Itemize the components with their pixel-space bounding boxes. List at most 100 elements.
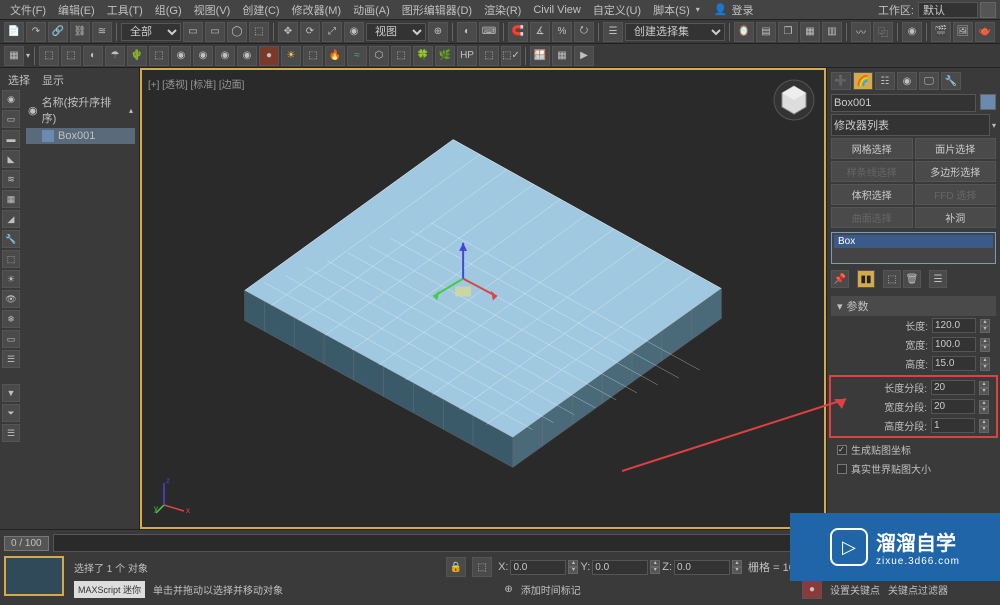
width-spinner[interactable] [932,337,976,352]
height-spinner[interactable] [932,356,976,371]
t2-b8[interactable]: ◉ [193,46,213,66]
key-filter-button[interactable]: 关键点过滤器 [888,582,948,597]
select-rect-btn[interactable]: ▭ [205,22,225,42]
render-frame-button[interactable]: 🖼 [953,22,973,42]
menu-customize[interactable]: 自定义(U) [587,0,647,20]
rotate-button[interactable]: ⟳ [300,22,320,42]
set-key-button[interactable]: 设置关键点 [830,582,880,597]
btn-fill[interactable]: 补洞 [915,207,997,228]
render-button[interactable]: 🫖 [975,22,995,42]
select-circle-btn[interactable]: ◯ [227,22,247,42]
wsegs-spinner[interactable] [931,399,975,414]
modifier-list[interactable]: 修改器列表 [831,114,990,136]
t2-b21[interactable]: ⬚ [479,46,499,66]
hsegs-down[interactable]: ▾ [979,426,989,433]
t2-b18[interactable]: 🍀 [413,46,433,66]
tab-display[interactable]: 显示 [42,72,64,84]
side-btn-filter[interactable]: ▼ [2,384,20,402]
side-btn-box[interactable]: ▭ [2,110,20,128]
t2-b13[interactable]: ⬚ [303,46,323,66]
mirror-button[interactable]: 🪞 [734,22,754,42]
t2-b24[interactable]: ▦ [552,46,572,66]
side-btn-freeze[interactable]: ❄ [2,310,20,328]
select-fence-btn[interactable]: ⬚ [249,22,269,42]
z-up[interactable]: ▴ [732,560,742,567]
height-down[interactable]: ▾ [980,364,990,371]
bind-button[interactable]: ≋ [92,22,112,42]
btn-spline-select[interactable]: 样条线选择 [831,161,913,182]
t2-b14[interactable]: 🔥 [325,46,345,66]
workspace-select[interactable] [918,2,978,18]
btn-vol-select[interactable]: 体积选择 [831,184,913,205]
angle-snap-button[interactable]: ∡ [530,22,550,42]
t2-b25[interactable]: ▶ [574,46,594,66]
side-btn-funnel[interactable]: ⏷ [2,404,20,422]
t2-b11[interactable]: ● [259,46,279,66]
modify-tab[interactable]: 🌈 [853,72,873,90]
pin-stack-button[interactable]: 📌 [831,270,849,288]
t2-b12[interactable]: ☀ [281,46,301,66]
named-sel-button[interactable]: ☰ [603,22,623,42]
t2-b17[interactable]: ⬚ [391,46,411,66]
manip-button[interactable]: ◐ [457,22,477,42]
spinner-snap-button[interactable]: ⭮ [574,22,594,42]
btn-face-select[interactable]: 面片选择 [915,138,997,159]
link-button[interactable]: 🔗 [48,22,68,42]
side-btn-sphere[interactable]: ◉ [2,90,20,108]
make-unique-button[interactable]: ⬚ [883,270,901,288]
viewport-thumbnail[interactable] [4,556,64,596]
length-up[interactable]: ▴ [980,319,990,326]
isolate-button[interactable]: ⬚ [472,557,492,577]
t2-b9[interactable]: ◉ [215,46,235,66]
t2-b2[interactable]: ⬚ [61,46,81,66]
side-btn-sun[interactable]: ☀ [2,270,20,288]
genmap-checkbox[interactable]: 生成贴图坐标 [831,440,996,459]
t2-b23[interactable]: 🪟 [530,46,550,66]
side-btn-2[interactable]: ☰ [2,350,20,368]
btn-surf-select[interactable]: 曲面选择 [831,207,913,228]
side-btn-cyl[interactable]: ▬ [2,130,20,148]
wsegs-up[interactable]: ▴ [979,400,989,407]
layer-button[interactable]: ❐ [778,22,798,42]
expand-icon[interactable]: ▾ [26,51,30,60]
curve-button[interactable]: 〰 [851,22,871,42]
menu-views[interactable]: 视图(V) [188,0,237,20]
t2-b22[interactable]: ⬚✓ [501,46,521,66]
scale-button[interactable]: ⤢ [322,22,342,42]
t2-b6[interactable]: ⬚ [149,46,169,66]
width-down[interactable]: ▾ [980,345,990,352]
menu-rendering[interactable]: 渲染(R) [478,0,527,20]
modifier-stack[interactable]: Box [831,232,996,264]
x-up[interactable]: ▴ [568,560,578,567]
render-setup-button[interactable]: 🎬 [931,22,951,42]
place-button[interactable]: ◉ [344,22,364,42]
side-btn-grid[interactable]: ▦ [2,190,20,208]
unlink-button[interactable]: ⛓ [70,22,90,42]
pivot-button[interactable]: ⊕ [428,22,448,42]
btn-mesh-select[interactable]: 网格选择 [831,138,913,159]
side-btn-tool[interactable]: 🔧 [2,230,20,248]
lock-sel-button[interactable]: 🔒 [446,557,466,577]
create-tab[interactable]: ➕ [831,72,851,90]
display-tab[interactable]: 🖵 [919,72,939,90]
side-btn-1[interactable]: ▭ [2,330,20,348]
configure-button[interactable]: ☰ [929,270,947,288]
menu-animation[interactable]: 动画(A) [347,0,396,20]
menu-group[interactable]: 组(G) [149,0,188,20]
side-btn-eye[interactable]: 👁 [2,290,20,308]
menu-tools[interactable]: 工具(T) [101,0,149,20]
hierarchy-tab[interactable]: ☷ [875,72,895,90]
hsegs-spinner[interactable] [931,418,975,433]
t2-b10[interactable]: ◉ [237,46,257,66]
tree-header[interactable]: ◉ 名称(按升序排序) ▴ [26,92,135,128]
menu-file[interactable]: 文件(F) [4,0,52,20]
y-down[interactable]: ▾ [650,567,660,574]
named-selset[interactable]: 创建选择集 [625,23,725,41]
x-down[interactable]: ▾ [568,567,578,574]
t2-b3[interactable]: ◐ [83,46,103,66]
new-button[interactable]: 📄 [4,22,24,42]
side-btn-light[interactable]: ◢ [2,210,20,228]
ref-coord[interactable]: 视图 [366,23,426,41]
workspace-btn[interactable] [980,2,996,18]
x-input[interactable] [510,560,566,575]
